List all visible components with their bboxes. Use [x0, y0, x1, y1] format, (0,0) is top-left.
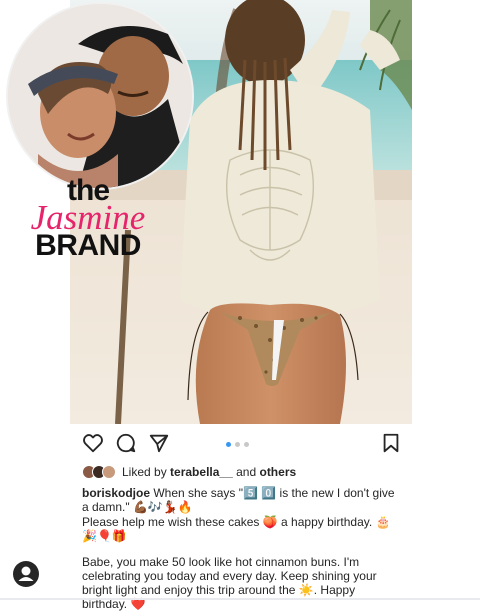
caption-line-1: boriskodjoe When she says "5️⃣ 0️⃣ is th…: [82, 486, 400, 514]
heart-icon[interactable]: [82, 432, 104, 454]
post-caption: boriskodjoe When she says "5️⃣ 0️⃣ is th…: [82, 486, 400, 612]
couple-inset-photo: [6, 2, 194, 190]
liker-username[interactable]: terabella__: [170, 465, 233, 479]
comment-icon[interactable]: [115, 432, 137, 454]
share-icon[interactable]: [148, 432, 170, 454]
caption-line-2: Please help me wish these cakes 🍑 a happ…: [82, 515, 391, 543]
carousel-indicator: [226, 442, 249, 447]
caption-line-3: Babe, you make 50 look like hot cinnamon…: [82, 555, 377, 611]
bookmark-icon[interactable]: [380, 432, 402, 454]
user-avatar-icon[interactable]: [13, 561, 39, 587]
caption-username[interactable]: boriskodjoe: [82, 486, 150, 500]
post-action-bar: [82, 432, 402, 458]
likes-and: and: [236, 465, 257, 479]
carousel-dot-active[interactable]: [226, 442, 231, 447]
likes-summary: Liked by terabella__ and others: [82, 465, 296, 479]
likes-others-link[interactable]: others: [259, 465, 296, 479]
brand-logo-brand: BRAND: [35, 229, 141, 262]
brand-logo: the Jasmine BRAND: [18, 176, 158, 261]
carousel-dot[interactable]: [244, 442, 249, 447]
carousel-dot[interactable]: [235, 442, 240, 447]
liked-by-label: Liked by: [122, 465, 167, 479]
liker-avatars: [82, 465, 116, 479]
liker-avatar[interactable]: [102, 465, 116, 479]
